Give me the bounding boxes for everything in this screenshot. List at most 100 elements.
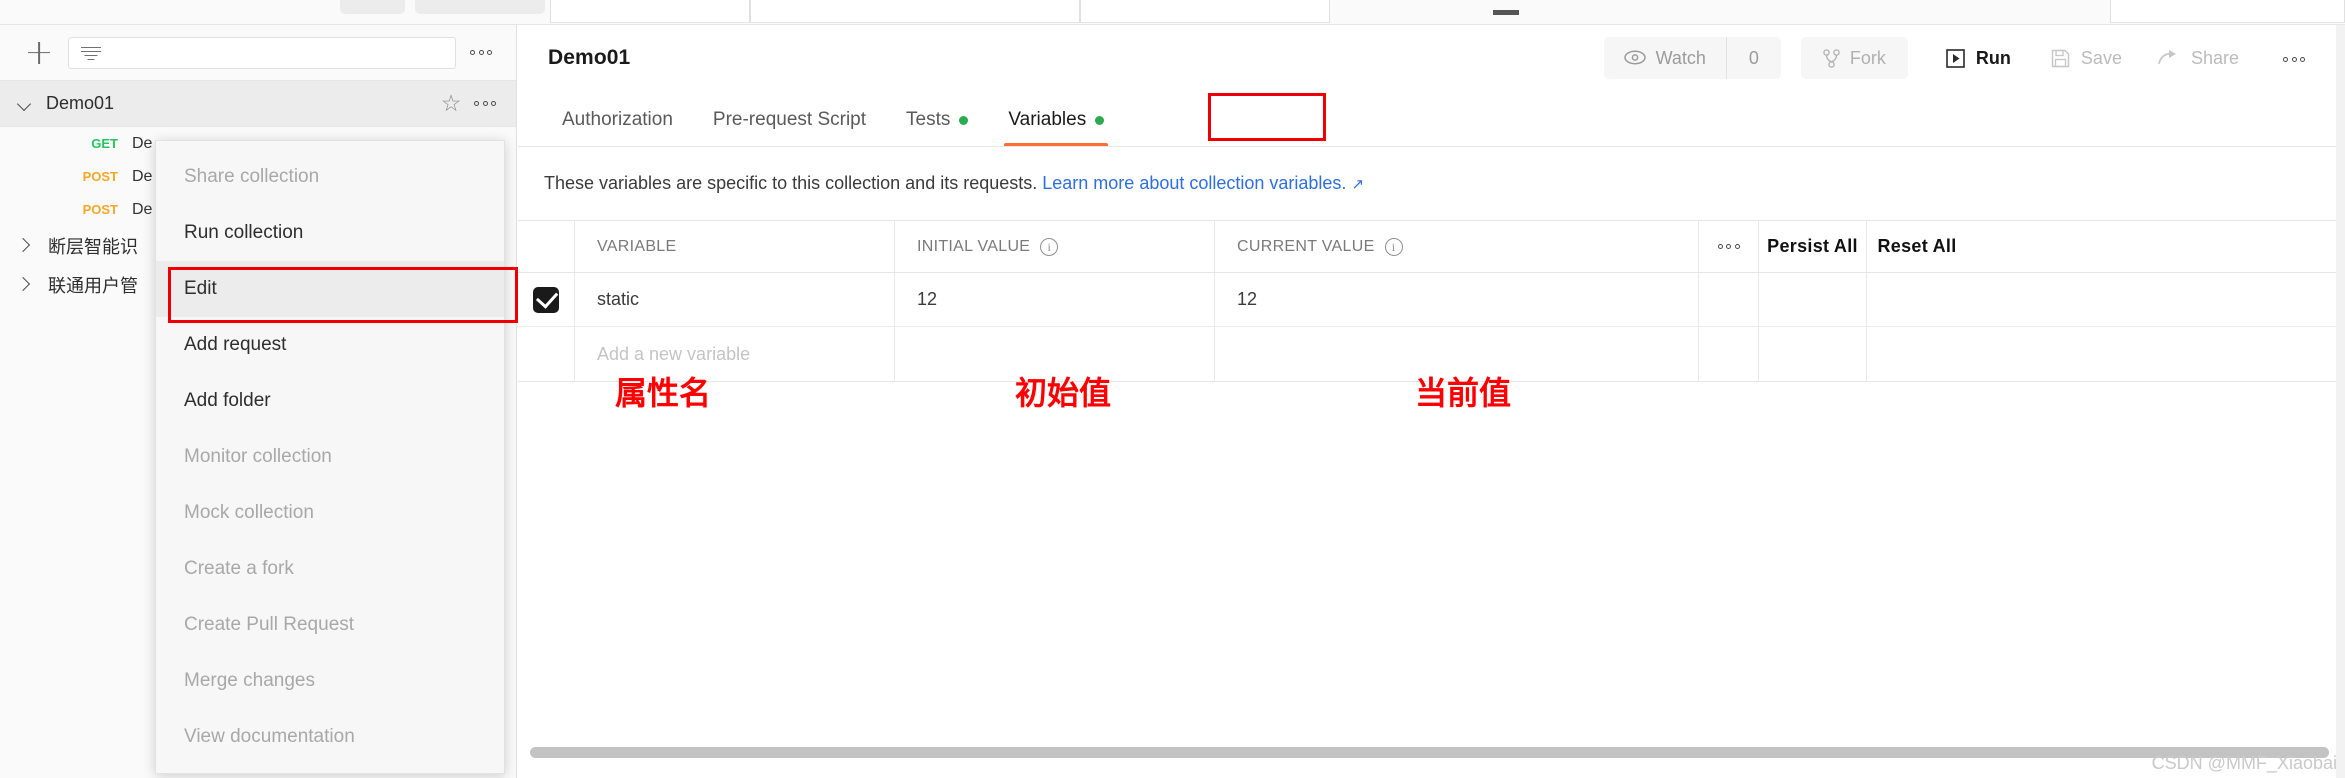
cell-initial-value[interactable]: 12 [895, 273, 1215, 326]
new-current-value-input[interactable] [1215, 327, 1699, 381]
table-more-options-cell[interactable] [1699, 221, 1759, 272]
play-icon [1946, 48, 1965, 68]
request-name: De [132, 134, 153, 152]
tab-box-1[interactable] [550, 0, 750, 23]
row-reset-cell [1867, 273, 1967, 326]
tab-tests[interactable]: Tests [886, 93, 988, 147]
tab-label: Authorization [562, 109, 673, 130]
external-link-icon: ↗ [1351, 176, 1365, 193]
eye-icon [1623, 50, 1646, 66]
header-current-value: CURRENT VALUE i [1215, 221, 1699, 272]
menu-item-edit[interactable]: Edit [156, 261, 504, 317]
header-variable: VARIABLE [575, 221, 895, 272]
variables-table: VARIABLE INITIAL VALUE i CURRENT VALUE i… [518, 220, 2345, 382]
new-row-persist-cell [1759, 327, 1867, 381]
info-icon[interactable]: i [1040, 237, 1059, 256]
collection-header: Demo01 Watch 0 Fork Run Save Share [518, 25, 2345, 91]
tab-box-3[interactable] [1080, 0, 1330, 23]
menu-item-add-folder[interactable]: Add folder [156, 373, 504, 429]
table-more-options-icon[interactable] [1717, 244, 1740, 249]
horizontal-scrollbar[interactable] [518, 744, 2345, 760]
request-method: POST [82, 169, 118, 184]
top-tab-strip [0, 0, 2345, 25]
save-icon [2051, 49, 2070, 68]
menu-item-monitor-collection: Monitor collection [184, 446, 332, 467]
new-initial-value-input[interactable] [895, 327, 1215, 381]
variables-description: These variables are specific to this col… [518, 147, 2345, 220]
share-button[interactable]: Share [2140, 37, 2257, 79]
request-method: GET [91, 136, 118, 151]
persist-all-button[interactable]: Persist All [1759, 221, 1867, 272]
folder-name: 联通用户管 [48, 275, 138, 296]
tab-pill-1[interactable] [340, 0, 405, 14]
table-row[interactable]: static 12 12 [518, 273, 2345, 327]
tab-status-dot [1095, 115, 1105, 125]
watermark: CSDN @MMF_Xiaobai [2151, 753, 2337, 773]
save-button: Save [2033, 37, 2140, 79]
row-checkbox[interactable] [533, 286, 559, 313]
menu-item-create-pull-request: Create Pull Request [184, 614, 355, 635]
fork-icon [1823, 48, 1840, 68]
request-method: POST [82, 202, 118, 217]
horizontal-scrollbar-thumb[interactable] [530, 747, 2329, 758]
share-label: Share [2190, 47, 2239, 68]
description-text: These variables are specific to this col… [544, 173, 1038, 193]
tab-label: Tests [906, 109, 951, 130]
header-initial-value: INITIAL VALUE i [895, 221, 1215, 272]
new-row-options-cell [1699, 327, 1759, 381]
save-label: Save [2080, 47, 2122, 68]
tab-pill-2[interactable] [415, 0, 545, 14]
search-input[interactable] [103, 44, 445, 61]
info-icon[interactable]: i [1384, 237, 1403, 256]
tab-status-dot [959, 115, 969, 125]
collection-more-options-icon[interactable] [474, 101, 496, 106]
reset-all-button[interactable]: Reset All [1867, 221, 1967, 272]
tab-indicator-bar [1493, 10, 1519, 15]
vertical-scrollbar[interactable] [2336, 25, 2345, 778]
menu-item-create-a-fork: Create a fork [184, 558, 294, 579]
tab-variables[interactable]: Variables [988, 93, 1124, 147]
run-label: Run [1975, 47, 2011, 68]
chevron-right-icon[interactable] [14, 274, 36, 296]
tabs-divider [518, 146, 2345, 147]
fork-button[interactable]: Fork [1800, 37, 1908, 79]
sidebar-toolbar [0, 25, 516, 80]
header-more-options-icon[interactable] [2283, 57, 2305, 62]
request-name: De [132, 167, 153, 185]
watch-label: Watch [1655, 47, 1706, 68]
collection-context-menu: Share collection Run collection Edit Add… [155, 140, 505, 774]
cell-current-value[interactable]: 12 [1215, 273, 1699, 326]
main-pane: Demo01 Watch 0 Fork Run Save Share Autho… [518, 25, 2345, 778]
chevron-down-icon[interactable] [14, 93, 36, 115]
tab-box-2[interactable] [750, 0, 1080, 23]
tab-pre-request-script[interactable]: Pre-request Script [693, 93, 886, 147]
menu-item-add-request[interactable]: Add request [156, 317, 504, 373]
tab-label: Variables [1008, 109, 1087, 130]
sidebar-collection-demo01[interactable]: Demo01 ☆ [0, 80, 516, 127]
tab-box-4[interactable] [2110, 0, 2345, 23]
tab-authorization[interactable]: Authorization [542, 93, 693, 147]
table-new-row[interactable]: Add a new variable [518, 327, 2345, 381]
watch-button-group: Watch 0 [1603, 37, 1781, 79]
sidebar-filter-box[interactable] [68, 36, 456, 69]
menu-item-run-collection[interactable]: Run collection [156, 205, 504, 261]
star-icon[interactable]: ☆ [438, 91, 464, 117]
menu-item-view-documentation: View documentation [184, 726, 355, 747]
chevron-right-icon[interactable] [14, 235, 36, 257]
postman-window: Demo01 ☆ GET De POST De POST De 断层智能识 联通… [0, 0, 2345, 778]
fork-label: Fork [1849, 47, 1886, 68]
run-button[interactable]: Run [1924, 37, 2033, 79]
learn-more-link[interactable]: Learn more about collection variables. [1042, 173, 1346, 193]
watch-button[interactable]: Watch [1604, 37, 1726, 79]
collection-tabs: Authorization Pre-request Script Tests V… [518, 91, 2345, 147]
header-more-options-wrapper [2257, 49, 2329, 67]
new-variable-input[interactable]: Add a new variable [575, 327, 895, 381]
folder-name: 断层智能识 [48, 236, 138, 257]
watch-count: 0 [1725, 37, 1781, 79]
new-row-checkbox-cell [518, 327, 575, 381]
cell-variable[interactable]: static [575, 273, 895, 326]
add-new-icon[interactable] [24, 38, 54, 68]
page-title: Demo01 [548, 46, 631, 69]
new-row-reset-cell [1867, 327, 1967, 381]
sidebar-more-options-icon[interactable] [470, 50, 492, 55]
